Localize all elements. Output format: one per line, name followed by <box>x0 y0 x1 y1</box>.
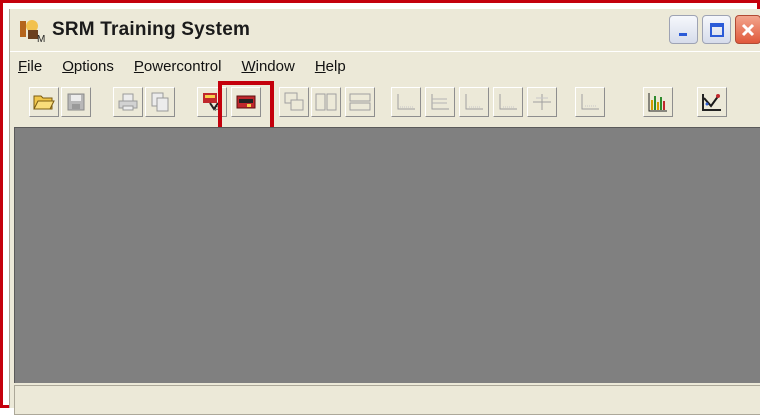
menu-powercontrol-accel: P <box>133 57 144 75</box>
minimize-button[interactable] <box>669 15 698 44</box>
cascade-button[interactable] <box>279 87 309 117</box>
menu-file-label: ile <box>27 57 43 75</box>
chart-6-button[interactable] <box>575 87 605 117</box>
menu-window[interactable]: Window <box>239 58 296 75</box>
tile-vertical-button[interactable] <box>311 87 341 117</box>
svg-text:M: M <box>37 34 45 43</box>
menu-help-accel: H <box>314 57 326 75</box>
menu-window-label: indow <box>255 57 295 75</box>
chart-2-button[interactable] <box>425 87 455 117</box>
tile-horizontal-button[interactable] <box>345 87 375 117</box>
maximize-icon <box>709 22 724 37</box>
toolbar: P <box>10 81 760 127</box>
window-controls <box>669 15 760 44</box>
menu-help[interactable]: Help <box>313 58 348 75</box>
copy-button[interactable] <box>145 87 175 117</box>
chart-1-icon <box>397 94 415 110</box>
chart-1-button[interactable] <box>391 87 421 117</box>
bar-chart-button[interactable] <box>643 87 673 117</box>
chart-4-button[interactable] <box>493 87 523 117</box>
menu-file[interactable]: File <box>16 58 44 75</box>
menu-options-label: ptions <box>73 57 114 75</box>
window-title: SRM Training System <box>52 19 251 40</box>
menu-bar: File Options Powercontrol Window Help <box>10 51 760 80</box>
chart-5-button[interactable] <box>527 87 557 117</box>
maximize-button[interactable] <box>702 15 731 44</box>
menu-window-accel: W <box>241 57 256 75</box>
scatter-icon <box>702 94 721 111</box>
minimize-icon <box>678 32 687 36</box>
status-bar <box>14 385 760 415</box>
chart-3-button[interactable] <box>459 87 489 117</box>
menu-options-accel: O <box>62 57 74 75</box>
app-window: M SRM Training System File Options Power… <box>9 9 760 415</box>
chart-3-icon <box>465 94 483 110</box>
cascade-icon <box>284 92 304 111</box>
title-bar[interactable]: M SRM Training System <box>10 9 760 51</box>
scatter-button[interactable] <box>697 87 727 117</box>
save-button[interactable] <box>61 87 91 117</box>
open-folder-icon <box>33 95 55 110</box>
save-icon <box>67 93 85 111</box>
chart-6-icon <box>581 94 599 110</box>
chart-5-icon <box>533 94 551 110</box>
menu-powercontrol-label: owercontrol <box>143 57 222 75</box>
print-icon <box>118 93 138 111</box>
open-button[interactable] <box>29 87 59 117</box>
chart-2-icon <box>431 94 449 110</box>
tile-vertical-icon <box>315 93 337 111</box>
bar-chart-icon <box>648 93 667 112</box>
close-icon <box>741 23 755 36</box>
chart-4-icon <box>499 94 517 110</box>
menu-help-label: elp <box>325 57 346 75</box>
print-button[interactable] <box>113 87 143 117</box>
tile-horizontal-icon <box>349 93 371 111</box>
app-icon: M <box>18 17 46 43</box>
close-button[interactable] <box>735 15 760 44</box>
mdi-client-area[interactable] <box>14 127 760 383</box>
menu-powercontrol[interactable]: Powercontrol <box>132 58 224 75</box>
menu-options[interactable]: Options <box>60 58 116 75</box>
menu-file-accel: F <box>18 57 28 75</box>
copy-icon <box>151 92 169 112</box>
